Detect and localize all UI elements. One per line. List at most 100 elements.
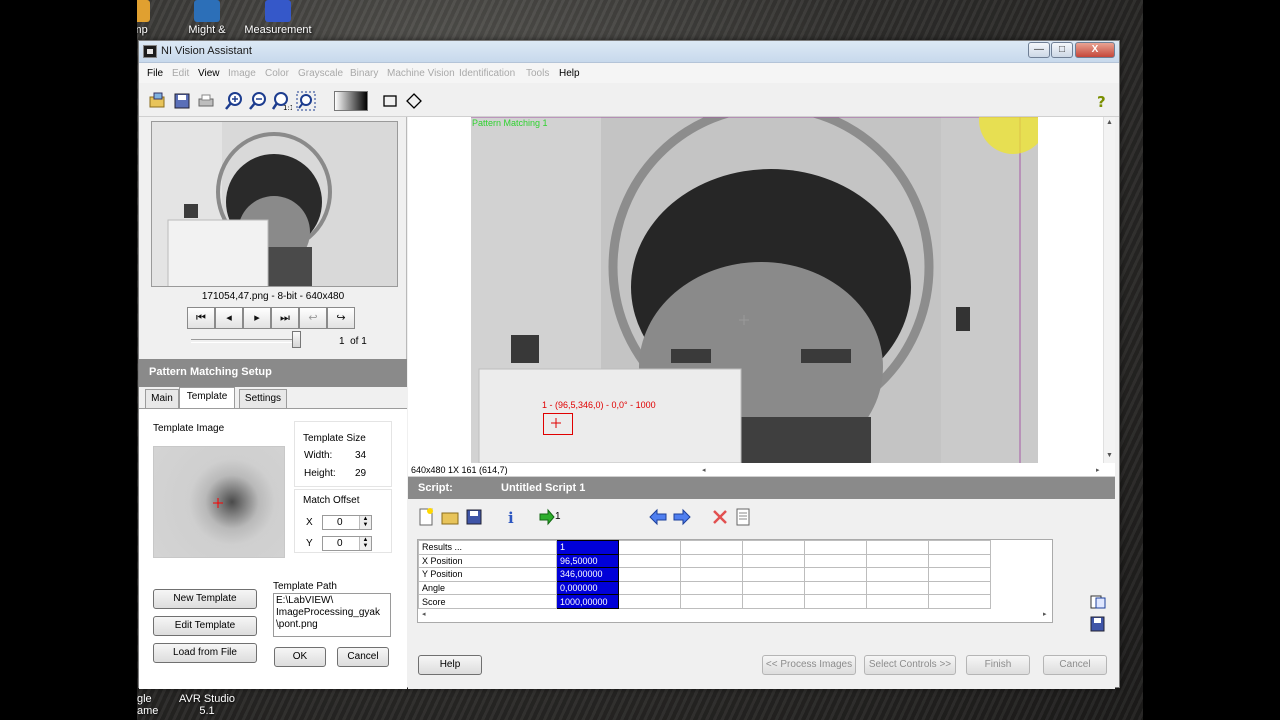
open-image-icon[interactable]: [147, 90, 169, 112]
results-table[interactable]: Results ... 1 X Position 96,50000 Y Posi…: [417, 539, 1053, 623]
run-once-icon[interactable]: 1: [538, 507, 564, 527]
image-browser-thumbnail[interactable]: [151, 121, 398, 287]
save-results-icon[interactable]: [1089, 616, 1107, 632]
x-offset-stepper[interactable]: 0 ▲ ▼: [322, 515, 372, 530]
x-offset-label: X: [306, 517, 313, 528]
menu-help[interactable]: Help: [559, 68, 580, 79]
finish-button[interactable]: Finish: [966, 655, 1030, 675]
table-row[interactable]: Angle 0,000000: [418, 580, 991, 596]
title-bar[interactable]: NI Vision Assistant — □ X: [139, 41, 1119, 63]
ok-button[interactable]: OK: [274, 647, 326, 667]
frame-counter: 1 of 1: [339, 336, 367, 347]
maximize-button[interactable]: □: [1051, 42, 1073, 58]
results-side-icons: [1089, 594, 1109, 632]
desktop-icon-avr-studio[interactable]: AVR Studio 5.1: [167, 693, 247, 717]
load-from-file-button[interactable]: Load from File: [153, 643, 257, 663]
template-path-line: ImageProcessing_gyak: [276, 607, 380, 618]
zoom-in-icon[interactable]: [223, 90, 245, 112]
overlay-step-name: Pattern Matching 1: [472, 118, 548, 128]
next-image-button[interactable]: ▸: [243, 307, 271, 329]
height-value: 29: [355, 468, 367, 479]
first-image-button[interactable]: ⏮: [187, 307, 215, 329]
result-value: 1: [556, 540, 619, 555]
results-scroll-right-icon[interactable]: ▸: [1043, 610, 1047, 618]
camera-image[interactable]: [471, 117, 1038, 463]
table-row[interactable]: X Position 96,50000: [418, 553, 991, 569]
scroll-left-icon[interactable]: ◂: [702, 466, 706, 474]
stepper-arrows-icon[interactable]: ▲ ▼: [359, 537, 371, 550]
tab-main[interactable]: Main: [145, 389, 179, 409]
copy-results-icon[interactable]: [1089, 594, 1107, 610]
undo-icon[interactable]: ↩: [299, 307, 327, 329]
template-path-field[interactable]: E:\LabVIEW\ ImageProcessing_gyak \pont.p…: [273, 593, 391, 637]
zoom-1-to-1-icon[interactable]: 1:1: [271, 90, 294, 112]
tab-settings[interactable]: Settings: [239, 389, 287, 409]
stepper-arrows-icon[interactable]: ▲ ▼: [359, 516, 371, 529]
desktop-icon-measurement[interactable]: Measurement: [238, 0, 318, 36]
results-scroll-left-icon[interactable]: ◂: [422, 610, 426, 618]
help-icon[interactable]: ?: [1091, 90, 1113, 112]
zoom-to-fit-icon[interactable]: [295, 90, 317, 112]
menu-tools[interactable]: Tools: [526, 68, 549, 79]
table-row[interactable]: Y Position 346,00000: [418, 567, 991, 582]
menu-edit[interactable]: Edit: [172, 68, 189, 79]
previous-image-button[interactable]: ◂: [215, 307, 243, 329]
print-icon[interactable]: [195, 90, 217, 112]
image-slider-track[interactable]: [191, 339, 297, 343]
palette-icon[interactable]: [333, 90, 369, 112]
delete-step-icon[interactable]: [710, 507, 730, 527]
scroll-right-icon[interactable]: ▸: [1096, 466, 1100, 474]
menu-grayscale[interactable]: Grayscale: [298, 68, 343, 79]
info-icon[interactable]: i: [502, 507, 522, 527]
last-image-button[interactable]: ⏭: [271, 307, 299, 329]
image-display[interactable]: Pattern Matching 1 1 - (96,5,346,0) - 0,…: [408, 117, 1115, 477]
move-step-left-icon[interactable]: [648, 507, 668, 527]
move-step-right-icon[interactable]: [672, 507, 692, 527]
shortcut-icon: [194, 0, 220, 22]
menu-binary[interactable]: Binary: [350, 68, 378, 79]
main-toolbar: 1:1 ?: [139, 85, 1119, 117]
table-row[interactable]: Results ... 1: [418, 540, 991, 555]
new-template-button[interactable]: New Template: [153, 589, 257, 609]
desktop-icon-label: AVR Studio: [178, 693, 236, 705]
save-image-icon[interactable]: [171, 90, 193, 112]
zoom-out-icon[interactable]: [247, 90, 269, 112]
cancel-button[interactable]: Cancel: [1043, 655, 1107, 675]
new-script-icon[interactable]: [416, 507, 436, 527]
desktop-icon-might[interactable]: Might &: [167, 0, 247, 36]
image-vertical-scrollbar[interactable]: ▲ ▼: [1103, 117, 1115, 463]
menu-file[interactable]: File: [147, 68, 163, 79]
close-button[interactable]: X: [1075, 42, 1115, 58]
desktop-icon-label: Measurement: [244, 24, 312, 36]
menu-view[interactable]: View: [198, 68, 220, 79]
save-script-icon[interactable]: [464, 507, 484, 527]
redo-icon[interactable]: ↪: [327, 307, 355, 329]
tab-template[interactable]: Template: [179, 387, 235, 409]
scroll-up-icon[interactable]: ▲: [1106, 119, 1113, 126]
image-status-bar: 640x480 1X 161 (614,7): [411, 465, 508, 475]
cancel-setup-button[interactable]: Cancel: [337, 647, 389, 667]
menu-color[interactable]: Color: [265, 68, 289, 79]
minimize-button[interactable]: —: [1028, 42, 1050, 58]
select-controls-button[interactable]: Select Controls >>: [864, 655, 956, 675]
image-horizontal-scrollbar[interactable]: ◂ ▸: [702, 466, 1104, 476]
process-images-button[interactable]: << Process Images: [762, 655, 856, 675]
rotated-rectangle-tool-icon[interactable]: [403, 90, 425, 112]
y-offset-stepper[interactable]: 0 ▲ ▼: [322, 536, 372, 551]
menu-identification[interactable]: Identification: [459, 68, 515, 79]
menu-machine-vision[interactable]: Machine Vision: [387, 68, 455, 79]
menu-image[interactable]: Image: [228, 68, 256, 79]
rectangle-tool-icon[interactable]: [379, 90, 401, 112]
script-properties-icon[interactable]: [734, 507, 754, 527]
edit-template-button[interactable]: Edit Template: [153, 616, 257, 636]
scroll-down-icon[interactable]: ▼: [1106, 452, 1113, 459]
run-once-count: 1: [555, 511, 561, 522]
open-script-icon[interactable]: [440, 507, 460, 527]
table-row[interactable]: Score 1000,00000: [418, 594, 991, 609]
image-slider-thumb[interactable]: [292, 331, 301, 348]
result-value: 96,50000: [556, 553, 619, 569]
help-button[interactable]: Help: [418, 655, 482, 675]
setup-header: Pattern Matching Setup: [139, 359, 407, 387]
menu-bar: File Edit View Image Color Grayscale Bin…: [139, 63, 1119, 83]
svg-text:i: i: [508, 509, 514, 527]
